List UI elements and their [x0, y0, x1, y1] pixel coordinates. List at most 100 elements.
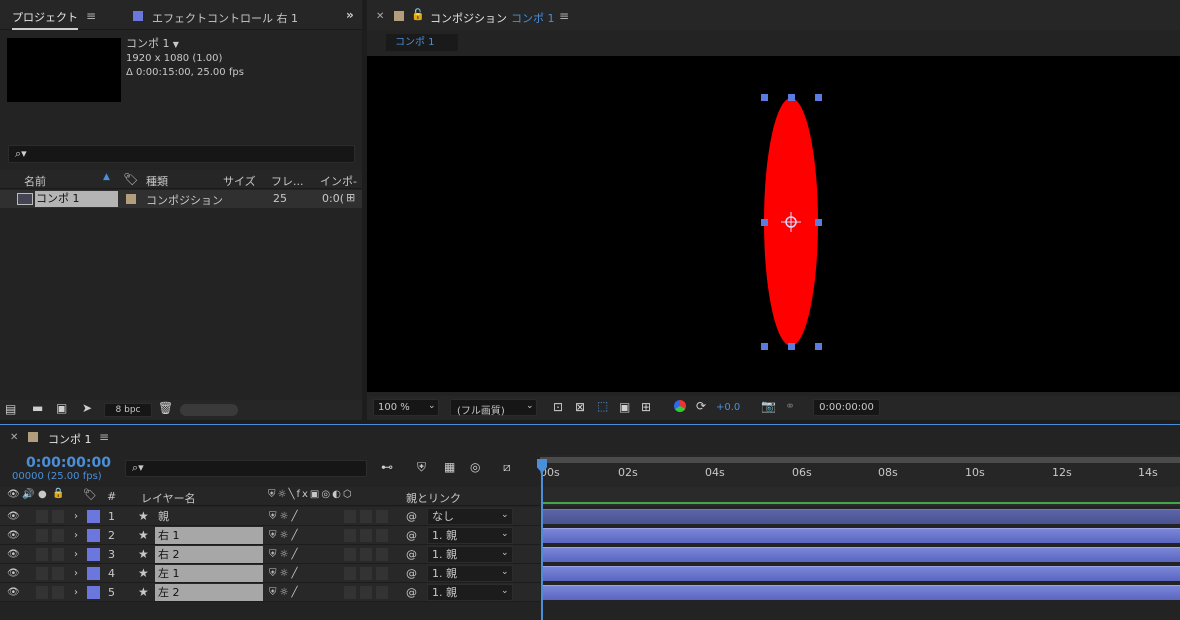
time-ruler[interactable]: 00s 02s 04s 06s 08s 10s 12s 14s: [540, 455, 1180, 487]
comp-viewer[interactable]: [367, 56, 1180, 392]
comp-menu-icon[interactable]: ≡: [559, 9, 569, 23]
col-type[interactable]: 種類: [146, 173, 168, 189]
col-layer-name[interactable]: レイヤー名: [141, 490, 196, 506]
layer-label-swatch[interactable]: [87, 586, 100, 599]
audio-toggle[interactable]: [36, 548, 48, 561]
solo-toggle[interactable]: [52, 567, 64, 580]
bbox-handle-br[interactable]: [815, 343, 822, 350]
audio-icon[interactable]: 🔊: [22, 489, 34, 500]
reset-exposure-icon[interactable]: ⟳: [696, 399, 706, 413]
chevron-right-icon[interactable]: ›: [74, 564, 78, 583]
layer-duration-bar[interactable]: [543, 585, 1180, 600]
layer-label-swatch[interactable]: [87, 567, 100, 580]
motion-blur-toggle[interactable]: [360, 510, 372, 523]
project-menu-icon[interactable]: ≡: [86, 9, 96, 23]
motion-blur-toggle[interactable]: [360, 548, 372, 561]
layer-name[interactable]: 左 2: [155, 584, 263, 601]
col-parent-link[interactable]: 親とリンク: [406, 490, 461, 506]
audio-toggle[interactable]: [36, 586, 48, 599]
label-tag-icon[interactable]: 🏷: [83, 488, 97, 501]
fx-toggle[interactable]: [344, 510, 356, 523]
close-icon[interactable]: ✕: [10, 432, 18, 443]
chevron-right-icon[interactable]: ›: [74, 545, 78, 564]
channel-icon[interactable]: [674, 400, 686, 412]
new-folder-icon[interactable]: ▬: [32, 401, 43, 415]
transparency-grid-icon[interactable]: ⊠: [575, 400, 585, 414]
motion-blur-toggle[interactable]: [360, 586, 372, 599]
eye-icon[interactable]: 👁: [7, 583, 20, 602]
comp-mini-flowchart-icon[interactable]: ⊷: [381, 460, 393, 474]
bbox-handle-tl[interactable]: [761, 94, 768, 101]
timeline-menu-icon[interactable]: ≡: [99, 430, 109, 444]
trash-icon[interactable]: 🗑: [158, 401, 173, 415]
region-of-interest-icon[interactable]: ▣: [619, 400, 630, 414]
lock-icon[interactable]: 🔒: [52, 488, 64, 499]
solo-icon[interactable]: ●: [38, 489, 47, 500]
audio-toggle[interactable]: [36, 510, 48, 523]
exposure-value[interactable]: +0.0: [716, 402, 740, 413]
tab-effect-controls[interactable]: エフェクトコントロール 右 1: [152, 10, 298, 26]
audio-toggle[interactable]: [36, 529, 48, 542]
fx-toggle[interactable]: [344, 548, 356, 561]
layer-label-swatch[interactable]: [87, 510, 100, 523]
fx-toggle[interactable]: [344, 586, 356, 599]
comp-subtab[interactable]: コンポ 1: [386, 34, 458, 51]
flag-icon[interactable]: ➤: [82, 401, 92, 415]
eye-icon[interactable]: 👁: [7, 489, 20, 500]
col-inpoint[interactable]: インポ-: [320, 173, 357, 189]
pick-whip-icon[interactable]: @: [406, 526, 417, 545]
bbox-handle-ml[interactable]: [761, 219, 768, 226]
timeline-tab-title[interactable]: コンポ 1: [48, 431, 92, 447]
layer-row[interactable]: 👁 › 5 ★ 左 2 ⛨☼╱ @1. 親 ⌄: [0, 583, 540, 602]
eye-icon[interactable]: 👁: [7, 545, 20, 564]
col-name[interactable]: 名前: [24, 173, 46, 189]
pick-whip-icon[interactable]: @: [406, 564, 417, 583]
layer-row[interactable]: 👁 › 3 ★ 右 2 ⛨☼╱ @1. 親 ⌄: [0, 545, 540, 564]
project-item-row[interactable]: コンポ 1 コンポジション 25 0:0( ⊞: [0, 190, 362, 208]
pick-whip-icon[interactable]: @: [406, 507, 417, 526]
timeline-timecode[interactable]: 0:00:00:00: [26, 455, 111, 471]
project-item-name[interactable]: コンポ 1: [35, 191, 118, 207]
adjustment-toggle[interactable]: [376, 586, 388, 599]
layer-row[interactable]: 👁 › 1 ★ 親 ⛨☼╱ @ なし ⌄: [0, 507, 540, 526]
layer-duration-bar[interactable]: [543, 528, 1180, 543]
bbox-handle-tr[interactable]: [815, 94, 822, 101]
layer-duration-bar[interactable]: [543, 547, 1180, 562]
show-snapshot-icon[interactable]: ⚭: [785, 399, 795, 413]
layer-duration-bar[interactable]: [543, 566, 1180, 581]
layer-switches[interactable]: ⛨☼╱: [269, 507, 301, 526]
lock-icon[interactable]: 🔓: [411, 8, 425, 21]
layer-name[interactable]: 親: [155, 508, 263, 525]
layer-switches[interactable]: ⛨☼╱: [269, 564, 301, 583]
layer-switches[interactable]: ⛨☼╱: [269, 526, 301, 545]
adjustment-toggle[interactable]: [376, 529, 388, 542]
fx-toggle[interactable]: [344, 529, 356, 542]
bbox-handle-tc[interactable]: [788, 94, 795, 101]
layer-row[interactable]: 👁 › 2 ★ 右 1 ⛨☼╱ @1. 親 ⌄: [0, 526, 540, 545]
adjustment-toggle[interactable]: [376, 548, 388, 561]
motion-blur-toggle[interactable]: [360, 529, 372, 542]
interpret-footage-icon[interactable]: ▤: [5, 402, 16, 416]
adjustment-toggle[interactable]: [376, 567, 388, 580]
eye-icon[interactable]: 👁: [7, 564, 20, 583]
solo-toggle[interactable]: [52, 548, 64, 561]
eye-icon[interactable]: 👁: [7, 526, 20, 545]
layer-name[interactable]: 右 1: [155, 527, 263, 544]
eye-icon[interactable]: 👁: [7, 507, 20, 526]
audio-toggle[interactable]: [36, 567, 48, 580]
layer-row[interactable]: 👁 › 4 ★ 左 1 ⛨☼╱ @1. 親 ⌄: [0, 564, 540, 583]
parent-dropdown[interactable]: 1. 親 ⌄: [427, 546, 513, 563]
col-size[interactable]: サイズ: [223, 173, 256, 189]
chevron-right-icon[interactable]: ›: [74, 507, 78, 526]
timeline-search-input[interactable]: ⌕▾: [125, 460, 367, 477]
comp-tab-title[interactable]: コンポジション: [430, 10, 507, 26]
solo-toggle[interactable]: [52, 529, 64, 542]
fx-toggle[interactable]: [344, 567, 356, 580]
motion-blur-toggle[interactable]: [360, 567, 372, 580]
adjustment-toggle[interactable]: [376, 510, 388, 523]
parent-dropdown[interactable]: 1. 親 ⌄: [427, 584, 513, 601]
frame-blending-icon[interactable]: ▦: [444, 460, 455, 474]
tab-project[interactable]: プロジェクト: [12, 9, 78, 30]
motion-blur-icon[interactable]: ◎: [470, 460, 480, 474]
layer-switches[interactable]: ⛨☼╱: [269, 583, 301, 602]
